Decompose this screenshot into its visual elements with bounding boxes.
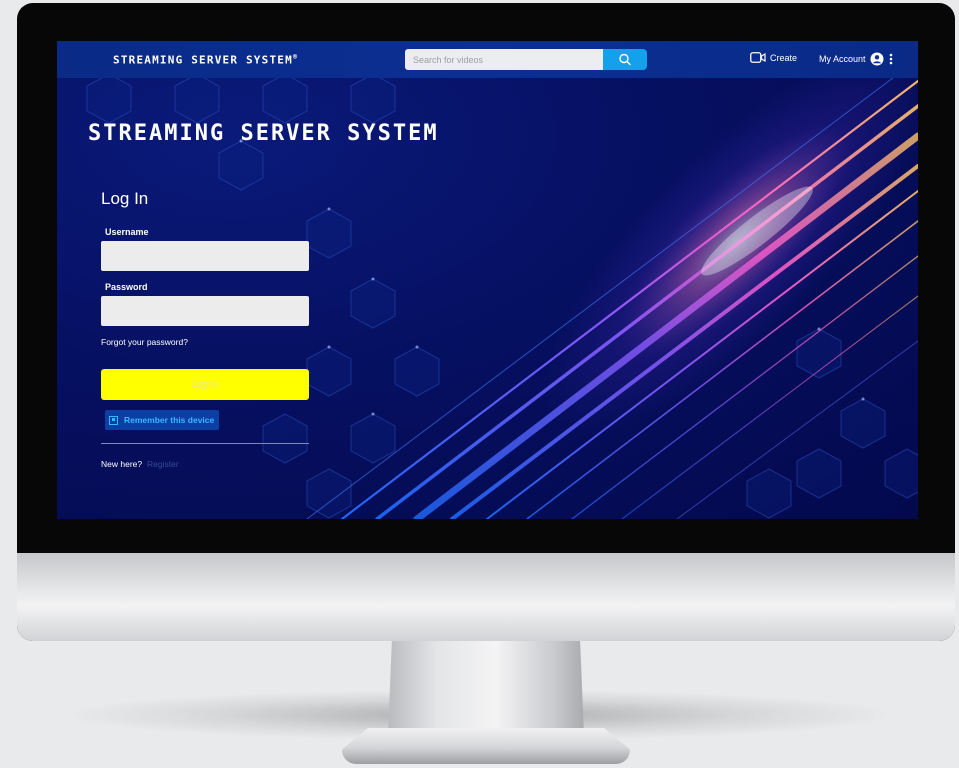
login-heading: Log In <box>101 189 149 208</box>
search-input[interactable] <box>405 49 603 70</box>
hero-title: STREAMING SERVER SYSTEM <box>88 121 439 146</box>
checkbox-icon[interactable] <box>109 415 118 425</box>
password-label: Password <box>105 282 148 292</box>
brand-registered-mark: ® <box>292 53 299 61</box>
app-screen: STREAMING SERVER SYSTEM® Create <box>57 41 918 519</box>
create-button[interactable]: Create <box>750 52 797 63</box>
form-divider <box>101 443 309 444</box>
search-bar <box>405 49 647 70</box>
more-vertical-icon[interactable] <box>888 52 894 66</box>
search-button[interactable] <box>603 49 647 70</box>
forgot-password-link[interactable]: Forgot your password? <box>101 337 188 347</box>
search-icon <box>619 53 631 66</box>
my-account-menu[interactable]: My Account <box>819 52 894 66</box>
monitor-chin <box>17 553 955 641</box>
top-navbar: STREAMING SERVER SYSTEM® Create <box>57 41 918 78</box>
remember-device-toggle[interactable]: Remember this device <box>105 410 219 430</box>
username-field[interactable] <box>101 241 309 271</box>
remember-device-label: Remember this device <box>124 415 215 425</box>
brand-logo[interactable]: STREAMING SERVER SYSTEM® <box>113 53 298 67</box>
account-circle-icon <box>870 52 884 66</box>
account-label: My Account <box>819 54 866 64</box>
monitor-frame: STREAMING SERVER SYSTEM® Create <box>17 3 955 641</box>
new-here-text: New here? <box>101 459 143 469</box>
video-camera-icon <box>750 52 766 63</box>
background-art <box>86 46 918 519</box>
brand-text: STREAMING SERVER SYSTEM <box>113 53 293 67</box>
register-link[interactable]: Register <box>147 459 179 469</box>
monitor-stand-neck <box>388 640 584 736</box>
username-label: Username <box>105 227 149 237</box>
monitor-stand-base <box>342 728 630 764</box>
login-button[interactable]: Log In <box>101 369 309 400</box>
password-field[interactable] <box>101 296 309 326</box>
create-label: Create <box>770 52 798 63</box>
